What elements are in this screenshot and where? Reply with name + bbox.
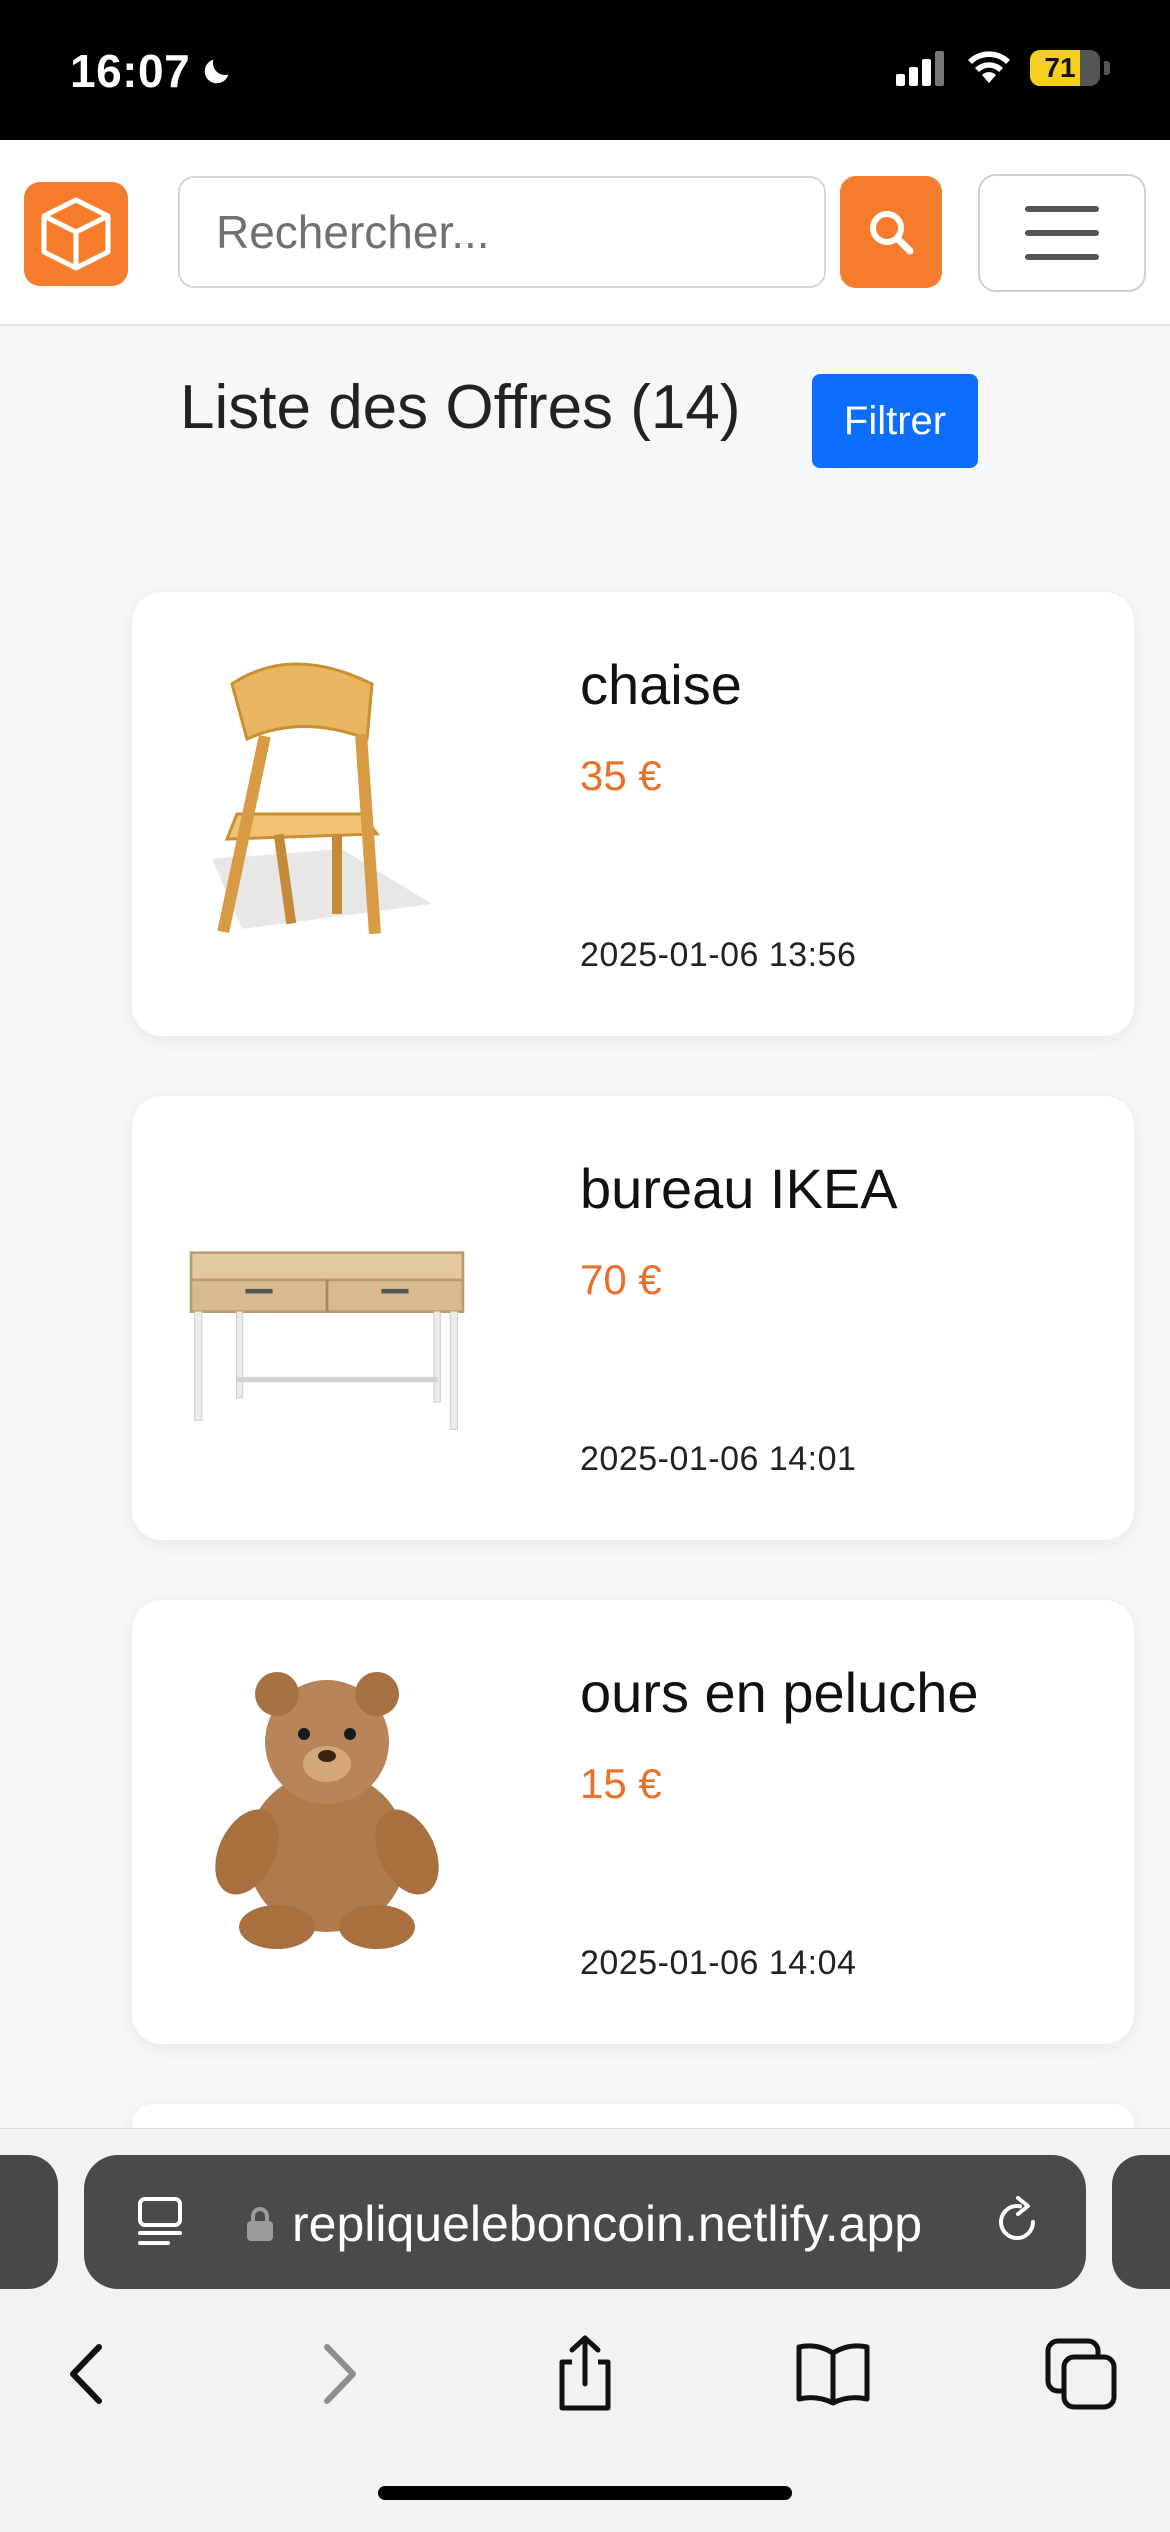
- address-bar[interactable]: repliqueleboncoin.netlify.app: [84, 2155, 1086, 2289]
- offer-price: 15 €: [580, 1760, 662, 1807]
- search-icon: [870, 211, 914, 255]
- url-text: repliqueleboncoin.netlify.app: [292, 2196, 923, 2252]
- forward-button[interactable]: [294, 2329, 384, 2419]
- offer-card[interactable]: bureau IKEA 70 € 2025-01-06 14:01: [132, 1096, 1134, 1540]
- offer-title: bureau IKEA: [580, 1157, 898, 1220]
- reload-icon[interactable]: [990, 2195, 1044, 2249]
- status-icons: 71: [896, 50, 1110, 86]
- forward-icon: [324, 2344, 356, 2404]
- next-tab[interactable]: [1112, 2155, 1170, 2289]
- status-time: 16:07: [70, 44, 234, 98]
- page-title: Liste des Offres (14): [180, 373, 741, 442]
- offer-date: 2025-01-06 14:01: [580, 1440, 857, 1478]
- page-menu-icon[interactable]: [134, 2195, 186, 2247]
- share-button[interactable]: [540, 2329, 630, 2419]
- clock-label: 16:07: [70, 45, 191, 97]
- search-input[interactable]: [178, 176, 826, 288]
- offer-price: 35 €: [580, 752, 662, 799]
- browser-toolbar: repliqueleboncoin.netlify.app: [0, 2128, 1170, 2532]
- box-logo-icon[interactable]: [24, 182, 128, 286]
- back-button[interactable]: [42, 2329, 132, 2419]
- tabs-button[interactable]: [1036, 2329, 1126, 2419]
- offer-date: 2025-01-06 14:04: [580, 1944, 857, 1982]
- hamburger-menu-button[interactable]: [978, 174, 1146, 292]
- share-icon: [559, 2335, 611, 2411]
- offer-card[interactable]: ours en peluche 15 € 2025-01-06 14:04: [132, 1600, 1134, 2044]
- offer-card[interactable]: chaise 35 € 2025-01-06 13:56: [132, 592, 1134, 1036]
- offer-title: ours en peluche: [580, 1661, 979, 1724]
- menu-bar: [1025, 230, 1099, 236]
- bookmarks-icon: [796, 2343, 870, 2406]
- offer-title: chaise: [580, 653, 742, 716]
- lock-icon: [247, 2207, 273, 2241]
- filter-button[interactable]: Filtrer: [812, 374, 978, 468]
- moon-icon: [204, 59, 229, 84]
- app-header: [0, 140, 1170, 326]
- menu-bar: [1025, 206, 1099, 212]
- back-icon: [70, 2344, 102, 2404]
- offer-image-desk: [182, 1148, 472, 1448]
- search-button[interactable]: [840, 176, 942, 288]
- offer-image-teddy-bear: [182, 1652, 472, 1952]
- previous-tab[interactable]: [0, 2155, 58, 2289]
- offer-image-chair: [182, 644, 472, 944]
- battery-tip: [1104, 61, 1110, 75]
- offer-price: 70 €: [580, 1256, 662, 1303]
- tabs-icon: [1045, 2338, 1117, 2410]
- status-bar: 16:07 71: [0, 0, 1170, 140]
- offer-date: 2025-01-06 13:56: [580, 936, 857, 974]
- bookmarks-button[interactable]: [788, 2329, 878, 2419]
- home-indicator: [378, 2486, 792, 2500]
- wifi-icon: [968, 51, 1010, 83]
- battery-level: 71: [1044, 52, 1076, 83]
- cellular-signal-icon: [896, 51, 944, 86]
- battery-icon: 71: [1030, 50, 1100, 86]
- menu-bar: [1025, 254, 1099, 260]
